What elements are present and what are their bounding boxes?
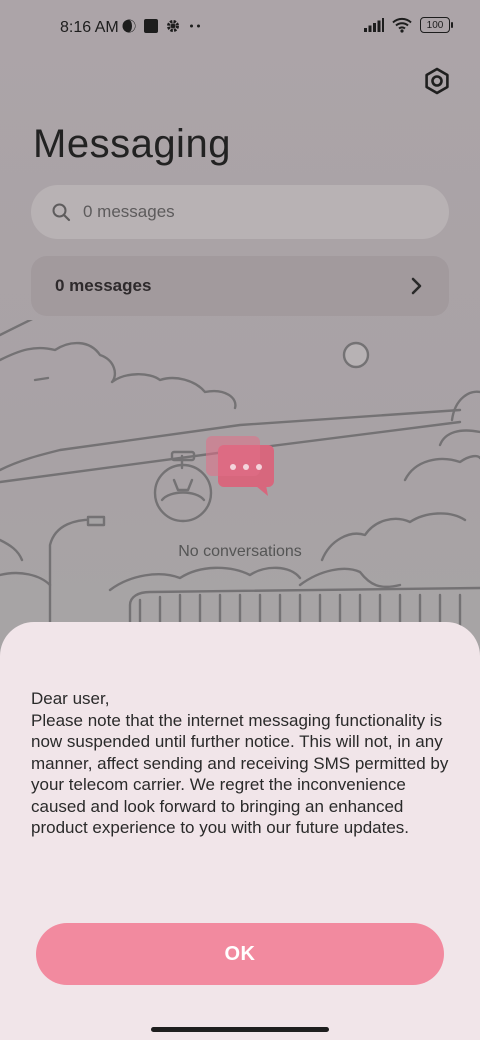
system-icons: 100	[364, 17, 453, 33]
more-icon	[190, 24, 200, 28]
chevron-right-icon	[411, 277, 422, 295]
status-bar: 8:16 AM 100	[0, 0, 480, 56]
empty-state-illustration	[0, 320, 480, 640]
moon-icon	[122, 19, 136, 33]
battery-icon: 100	[420, 17, 453, 33]
search-bar[interactable]: 0 messages	[31, 185, 449, 239]
page-title: Messaging	[33, 122, 231, 166]
gear-icon	[167, 20, 179, 32]
battery-level: 100	[426, 19, 444, 31]
search-icon	[52, 203, 71, 222]
ok-button[interactable]: OK	[36, 923, 444, 985]
empty-state-text: No conversations	[178, 543, 302, 560]
signal-icon	[364, 18, 384, 32]
notification-icons	[122, 19, 202, 33]
messaging-screen: 8:16 AM 100 Messaging 0 messages 0 messa…	[0, 0, 480, 1040]
app-icon	[144, 19, 158, 33]
chat-bubble-icon	[206, 436, 274, 496]
wifi-icon	[392, 17, 412, 33]
search-placeholder: 0 messages	[83, 202, 175, 221]
notice-message: Dear user, Please note that the internet…	[31, 689, 449, 837]
home-indicator[interactable]	[151, 1027, 329, 1032]
status-time: 8:16 AM	[60, 19, 119, 36]
messages-summary-row[interactable]: 0 messages	[31, 256, 449, 316]
messages-count-label: 0 messages	[55, 276, 152, 295]
settings-icon[interactable]	[422, 66, 452, 96]
